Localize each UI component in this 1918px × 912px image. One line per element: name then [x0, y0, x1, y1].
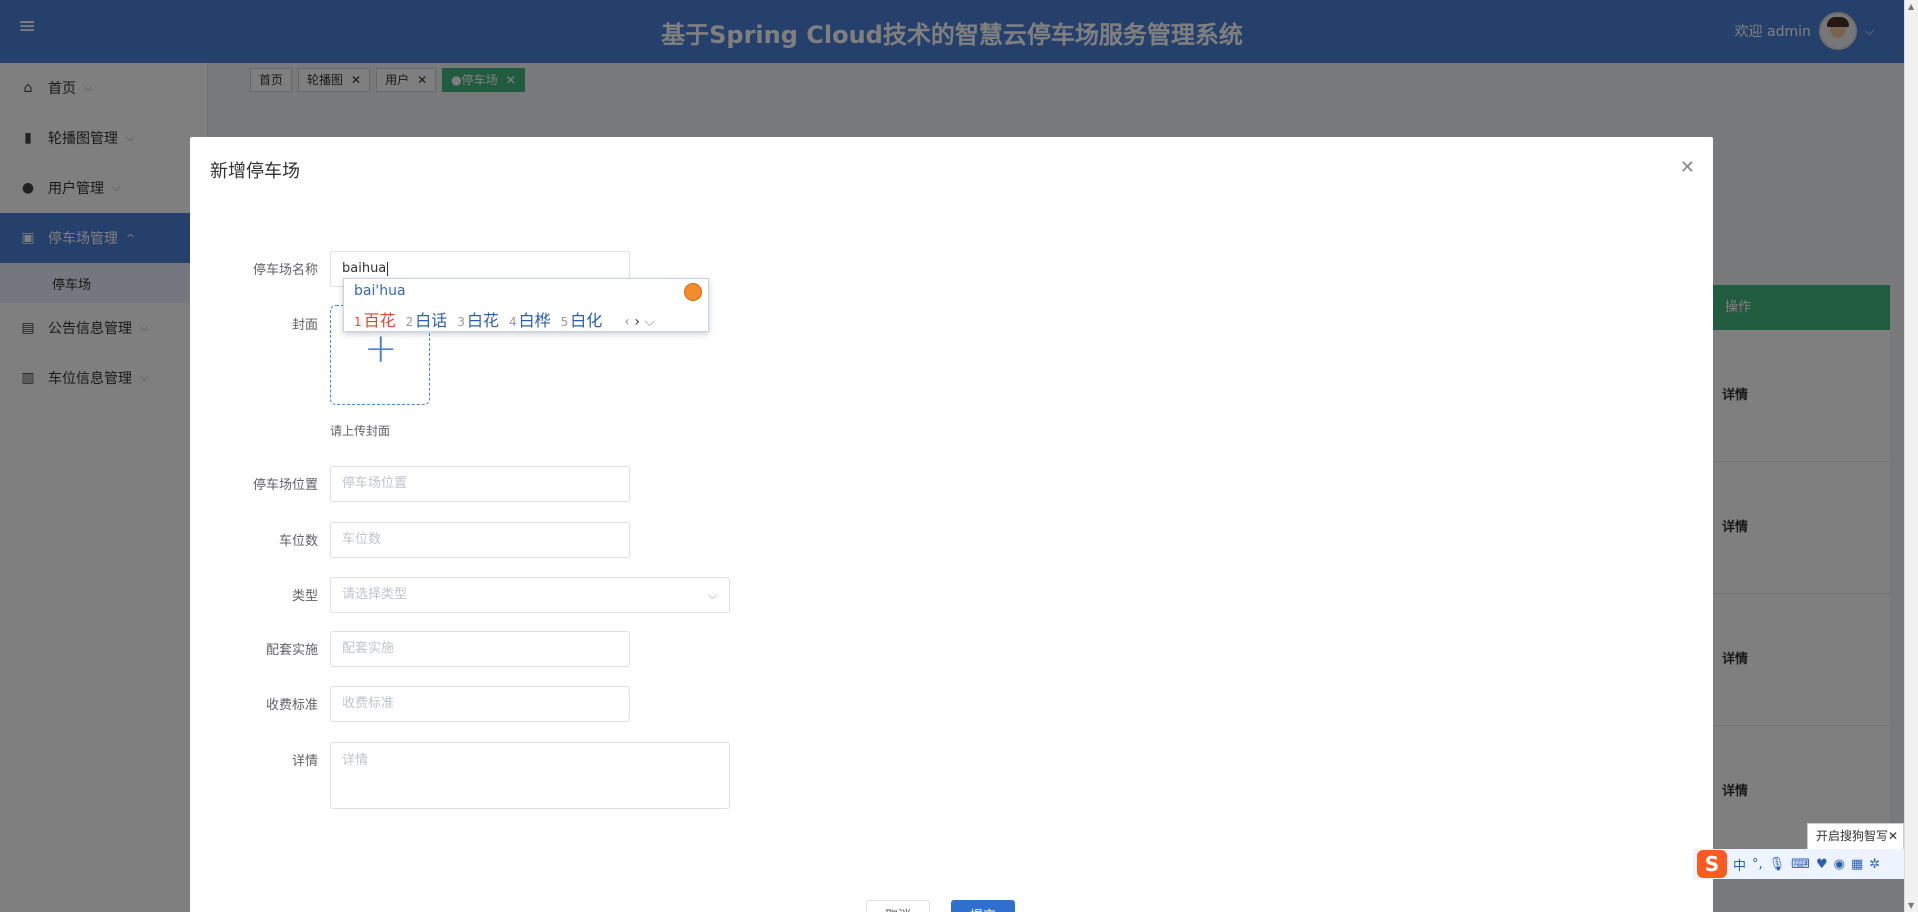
- ime-candidate-text: 白花: [466, 311, 499, 330]
- gamepad-icon[interactable]: ◉: [1834, 857, 1845, 872]
- ime-candidate-text: 白桦: [518, 311, 551, 330]
- fee-label: 收费标准: [265, 698, 318, 713]
- add-parking-dialog: 新增停车场 ✕ 停车场名称 baihua 封面 + 请上传封面 停车场位置 停车…: [190, 137, 1713, 912]
- name-label: 停车场名称: [252, 263, 318, 278]
- name-input-value: baihua: [342, 261, 387, 276]
- spaces-label: 车位数: [278, 534, 318, 549]
- scroll-up-icon[interactable]: ▲: [1908, 2, 1914, 11]
- chevron-down-icon: ⌵: [707, 588, 717, 602]
- ime-pinyin: bai'hua: [354, 283, 406, 299]
- zhixie-label: 开启搜狗智写: [1816, 829, 1889, 843]
- fee-input[interactable]: 收费标准: [330, 686, 630, 722]
- page-scrollbar[interactable]: ▲ ▼: [1904, 0, 1918, 912]
- detail-textarea[interactable]: 详情: [330, 742, 730, 809]
- type-label: 类型: [291, 589, 318, 604]
- keyboard-icon[interactable]: ⌨: [1791, 857, 1810, 872]
- ime-candidate-number: 3: [457, 315, 465, 329]
- location-label: 停车场位置: [252, 478, 318, 493]
- chevron-down-icon[interactable]: ⌵: [644, 314, 655, 330]
- location-input[interactable]: 停车场位置: [330, 466, 630, 502]
- ime-candidate[interactable]: 3 白花: [457, 307, 499, 331]
- ime-candidate-text: 百花: [363, 311, 396, 330]
- cover-label: 封面: [291, 318, 318, 333]
- ime-candidate-text: 白话: [415, 311, 448, 330]
- ime-candidate-number: 2: [405, 315, 414, 329]
- close-icon[interactable]: ✕: [1680, 157, 1695, 178]
- ime-candidate-text: 白化: [570, 311, 603, 330]
- scroll-down-icon[interactable]: ▼: [1908, 901, 1914, 910]
- cancel-button[interactable]: 取消: [866, 900, 931, 912]
- ime-candidate[interactable]: 4 白桦: [509, 307, 551, 331]
- ime-candidate[interactable]: 1 百花: [354, 307, 396, 331]
- sogou-logo-icon[interactable]: [684, 283, 702, 301]
- ime-candidate[interactable]: 5 白化: [561, 307, 603, 331]
- cover-tip: 请上传封面: [330, 424, 391, 438]
- settings-icon[interactable]: ✲: [1869, 857, 1880, 872]
- ime-candidates: 1 百花 2 白话 3 白花 4 白桦 5 白化 ‹ › ⌵: [354, 307, 655, 331]
- ime-candidate-window: bai'hua 1 百花 2 白话 3 白花 4 白桦 5 白化 ‹ › ⌵: [343, 278, 709, 332]
- ime-page-nav[interactable]: ‹ › ⌵: [624, 314, 655, 330]
- skin-icon[interactable]: ♥: [1816, 857, 1828, 872]
- facilities-input[interactable]: 配套实施: [330, 631, 630, 667]
- sogou-zhixie-tooltip[interactable]: 开启搜狗智写 ✕: [1807, 823, 1904, 850]
- type-select[interactable]: 请选择类型 ⌵: [330, 577, 730, 613]
- microphone-icon[interactable]: 🎙: [1769, 857, 1786, 872]
- close-icon[interactable]: ✕: [1888, 824, 1898, 849]
- facilities-label: 配套实施: [265, 643, 318, 658]
- detail-label: 详情: [291, 754, 318, 769]
- submit-button[interactable]: 提交: [951, 900, 1016, 912]
- chevron-right-icon[interactable]: ›: [634, 314, 640, 330]
- spaces-input[interactable]: 车位数: [330, 522, 630, 558]
- ime-candidate-number: 5: [560, 315, 569, 329]
- ime-candidate-number: 1: [354, 315, 362, 329]
- chinese-mode-toggle[interactable]: 中: [1733, 855, 1746, 874]
- dialog-title: 新增停车场: [210, 161, 300, 182]
- sogou-toolbar: S 中 °, 🎙 ⌨ ♥ ◉ ▦ ✲: [1693, 849, 1904, 879]
- toolbox-icon[interactable]: ▦: [1851, 857, 1863, 872]
- type-select-placeholder: 请选择类型: [342, 587, 408, 602]
- plus-icon: +: [364, 326, 398, 372]
- ime-candidate[interactable]: 2 白话: [406, 307, 448, 331]
- chevron-left-icon[interactable]: ‹: [624, 314, 630, 330]
- text-caret: [387, 261, 389, 276]
- ime-candidate-number: 4: [508, 315, 517, 329]
- punctuation-toggle[interactable]: °,: [1752, 857, 1763, 872]
- sogou-logo-icon[interactable]: S: [1697, 850, 1727, 878]
